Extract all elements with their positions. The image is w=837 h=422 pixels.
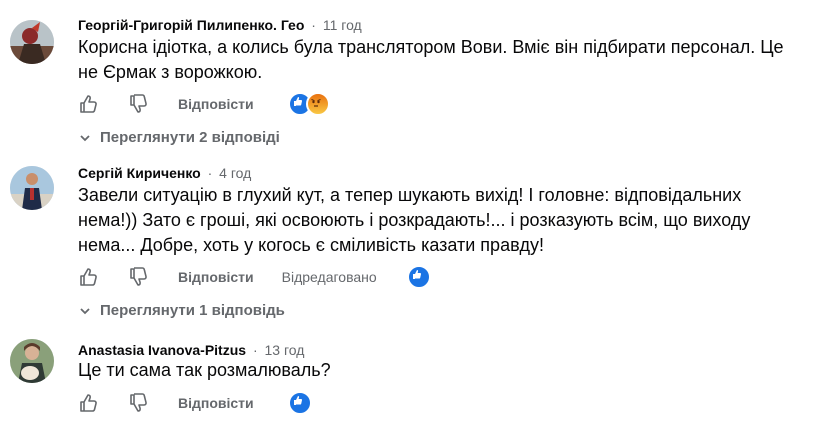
thumbs-up-outline-icon[interactable] — [78, 266, 100, 288]
chevron-down-icon — [78, 131, 92, 145]
comment-actions: Відповісти — [78, 391, 312, 415]
thumbs-down-outline-icon[interactable] — [128, 392, 150, 414]
avatar[interactable] — [10, 339, 54, 383]
chevron-down-icon — [78, 304, 92, 318]
edited-label: Відредаговано — [281, 269, 377, 285]
author-name[interactable]: Anastasia Ivanova-Pitzus — [78, 342, 246, 358]
thumbs-down-outline-icon[interactable] — [128, 93, 150, 115]
comment-2: Сергій Кириченко · 4 год Завели ситуацію… — [0, 150, 837, 325]
timestamp[interactable]: 11 год — [323, 17, 362, 33]
reactions[interactable] — [406, 265, 431, 289]
comment-text-line: нема!)) Зато є гроші, які освоюють і роз… — [78, 210, 751, 230]
author-line: Георгій-Григорій Пилипенко. Гео · 11 год — [78, 17, 362, 33]
avatar[interactable] — [10, 166, 54, 210]
comment-actions: Відповісти Відредаговано — [78, 265, 431, 289]
reply-button[interactable]: Відповісти — [178, 269, 254, 285]
reactions[interactable] — [287, 92, 330, 116]
comment-text-line: не Єрмак з ворожкою. — [78, 62, 263, 82]
reply-button[interactable]: Відповісти — [178, 96, 254, 112]
reactions[interactable] — [287, 391, 312, 415]
timestamp[interactable]: 13 год — [265, 342, 305, 358]
thumbs-up-outline-icon[interactable] — [78, 93, 100, 115]
like-reaction-icon — [287, 391, 312, 415]
author-name[interactable]: Сергій Кириченко — [78, 165, 201, 181]
angry-reaction-icon — [305, 92, 330, 116]
comment-text-line: Це ти сама так розмалюваль? — [78, 360, 331, 380]
author-line: Сергій Кириченко · 4 год — [78, 165, 251, 181]
comment-text-line: нема... Добре, хоть у когось є сміливіст… — [78, 235, 544, 255]
comment-1: Георгій-Григорій Пилипенко. Гео · 11 год… — [0, 0, 837, 150]
timestamp[interactable]: 4 год — [219, 165, 251, 181]
thumbs-down-outline-icon[interactable] — [128, 266, 150, 288]
author-line: Anastasia Ivanova-Pitzus · 13 год — [78, 342, 304, 358]
comment-text: Це ти сама так розмалюваль? — [78, 358, 818, 383]
separator-dot: · — [207, 165, 213, 181]
comment-text-line: Корисна ідіотка, а колись була транслято… — [78, 37, 784, 57]
thumbs-up-outline-icon[interactable] — [78, 392, 100, 414]
view-replies-label: Переглянути 1 відповідь — [100, 302, 285, 319]
comment-text: Корисна ідіотка, а колись була транслято… — [78, 35, 818, 85]
view-replies-button[interactable]: Переглянути 2 відповіді — [78, 129, 280, 146]
view-replies-label: Переглянути 2 відповіді — [100, 129, 280, 146]
view-replies-button[interactable]: Переглянути 1 відповідь — [78, 302, 285, 319]
comment-3: Anastasia Ivanova-Pitzus · 13 год Це ти … — [0, 325, 837, 422]
author-name[interactable]: Георгій-Григорій Пилипенко. Гео — [78, 17, 304, 33]
comment-actions: Відповісти — [78, 92, 330, 116]
avatar[interactable] — [10, 20, 54, 64]
separator-dot: · — [311, 17, 316, 33]
comment-text: Завели ситуацію в глухий кут, а тепер шу… — [78, 183, 818, 258]
like-reaction-icon — [406, 265, 431, 289]
reply-button[interactable]: Відповісти — [178, 395, 254, 411]
separator-dot: · — [252, 342, 258, 358]
comment-text-line: Завели ситуацію в глухий кут, а тепер шу… — [78, 185, 742, 205]
